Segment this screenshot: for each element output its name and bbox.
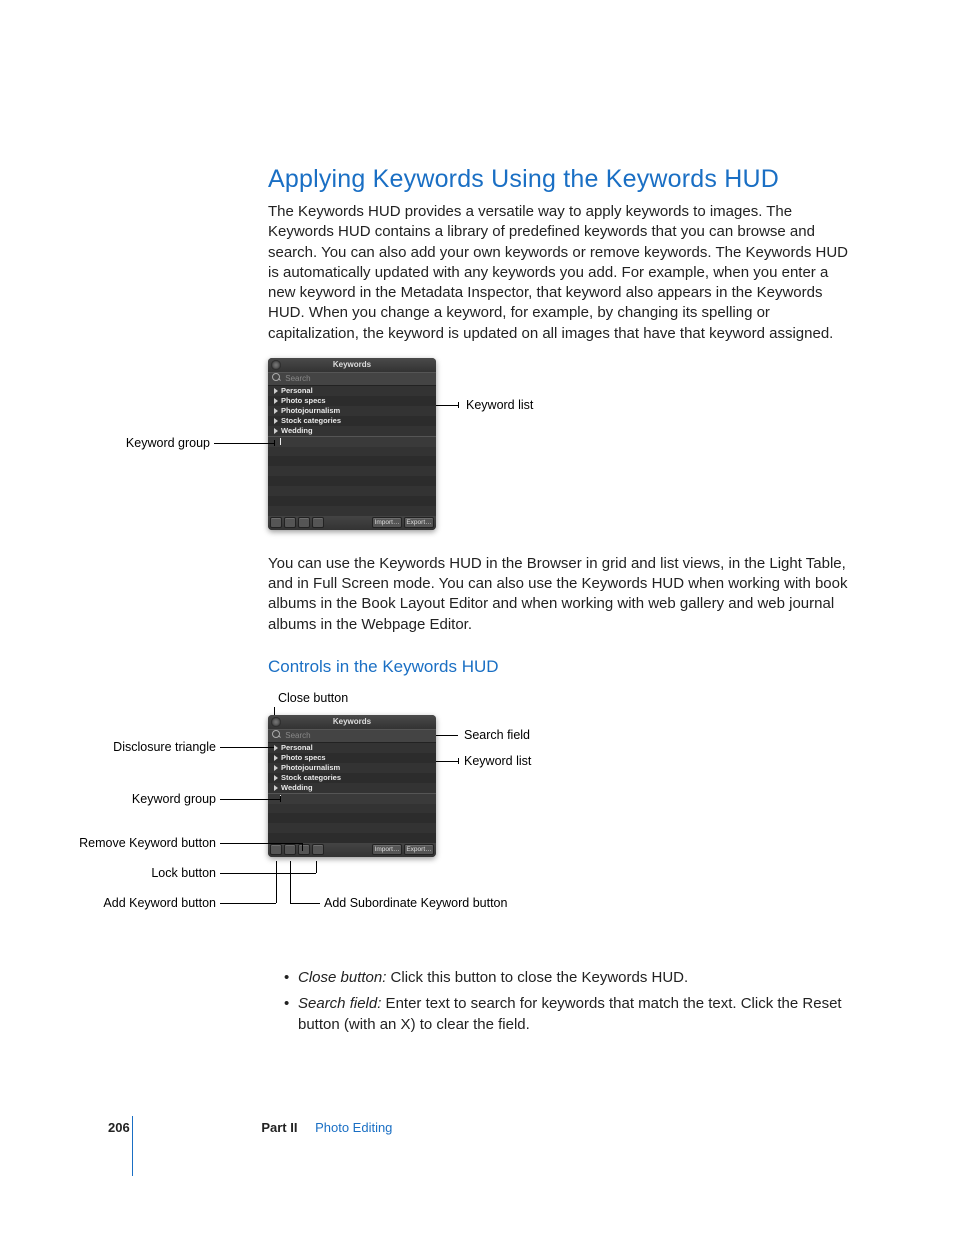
export-button[interactable]: Export… bbox=[404, 517, 434, 528]
figure-keywords-hud-1: Keywords Search Personal Photo specs Pho… bbox=[268, 358, 848, 538]
callout-keyword-group-2: Keyword group bbox=[100, 792, 216, 806]
usage-paragraph: You can use the Keywords HUD in the Brow… bbox=[268, 554, 848, 635]
search-icon bbox=[272, 373, 280, 381]
callout-lock-button: Lock button bbox=[100, 866, 216, 880]
list-item: Close button: Click this button to close… bbox=[284, 967, 848, 989]
export-button[interactable]: Export… bbox=[404, 844, 434, 855]
search-placeholder: Search bbox=[285, 731, 310, 740]
page-number: 206 bbox=[108, 1120, 130, 1135]
add-subordinate-button[interactable] bbox=[284, 844, 296, 855]
controls-bullet-list: Close button: Click this button to close… bbox=[284, 967, 848, 1036]
add-keyword-button[interactable] bbox=[270, 517, 282, 528]
part-label: Part II bbox=[261, 1120, 297, 1135]
import-button[interactable]: Import… bbox=[372, 517, 402, 528]
lock-button[interactable] bbox=[312, 517, 324, 528]
bullet-desc: Click this button to close the Keywords … bbox=[386, 969, 688, 986]
page-title: Applying Keywords Using the Keywords HUD bbox=[268, 165, 848, 194]
close-icon[interactable] bbox=[271, 360, 281, 370]
disclosure-icon[interactable] bbox=[274, 765, 278, 771]
list-item[interactable]: Photojournalism bbox=[268, 763, 436, 773]
callout-add-subordinate: Add Subordinate Keyword button bbox=[324, 896, 444, 911]
list-item[interactable]: Photo specs bbox=[268, 396, 436, 406]
hud-footer: Import… Export… bbox=[268, 516, 436, 530]
callout-search-field: Search field bbox=[464, 728, 530, 742]
lock-button[interactable] bbox=[312, 844, 324, 855]
disclosure-icon[interactable] bbox=[274, 398, 278, 404]
disclosure-icon[interactable] bbox=[274, 775, 278, 781]
keywords-hud: Keywords Search Personal Photo specs Pho… bbox=[268, 358, 436, 530]
hud-keyword-list[interactable]: Personal Photo specs Photojournalism Sto… bbox=[268, 743, 436, 843]
list-item[interactable]: Wedding bbox=[268, 783, 436, 793]
callout-keyword-list: Keyword list bbox=[466, 398, 533, 412]
disclosure-icon[interactable] bbox=[274, 418, 278, 424]
import-button[interactable]: Import… bbox=[372, 844, 402, 855]
callout-add-keyword: Add Keyword button bbox=[78, 896, 216, 910]
bullet-term: Search field: bbox=[298, 995, 381, 1012]
bullet-term: Close button: bbox=[298, 969, 386, 986]
callout-disclosure-triangle: Disclosure triangle bbox=[100, 740, 216, 754]
hud-footer: Import… Export… bbox=[268, 843, 436, 857]
add-keyword-button[interactable] bbox=[270, 844, 282, 855]
callout-keyword-list-2: Keyword list bbox=[464, 754, 531, 768]
disclosure-icon[interactable] bbox=[274, 745, 278, 751]
hud-keyword-list[interactable]: Personal Photo specs Photojournalism Sto… bbox=[268, 386, 436, 516]
callout-close-button: Close button bbox=[278, 691, 348, 705]
close-icon[interactable] bbox=[271, 717, 281, 727]
disclosure-icon[interactable] bbox=[274, 755, 278, 761]
keyword-group-edit[interactable] bbox=[268, 436, 436, 447]
hud-search-field[interactable]: Search bbox=[268, 372, 436, 386]
hud-title: Keywords bbox=[333, 360, 371, 369]
page-footer: 206 Part II Photo Editing bbox=[108, 1120, 848, 1135]
keyword-group-edit[interactable] bbox=[268, 793, 436, 804]
search-placeholder: Search bbox=[285, 374, 310, 383]
hud-titlebar: Keywords bbox=[268, 358, 436, 372]
disclosure-icon[interactable] bbox=[274, 408, 278, 414]
list-item[interactable]: Photo specs bbox=[268, 753, 436, 763]
hud-titlebar: Keywords bbox=[268, 715, 436, 729]
intro-paragraph: The Keywords HUD provides a versatile wa… bbox=[268, 202, 848, 344]
remove-keyword-button[interactable] bbox=[298, 517, 310, 528]
section-title-controls: Controls in the Keywords HUD bbox=[268, 657, 848, 677]
hud-search-field[interactable]: Search bbox=[268, 729, 436, 743]
search-icon bbox=[272, 730, 280, 738]
list-item[interactable]: Photojournalism bbox=[268, 406, 436, 416]
add-subordinate-button[interactable] bbox=[284, 517, 296, 528]
disclosure-icon[interactable] bbox=[274, 388, 278, 394]
list-item[interactable]: Personal bbox=[268, 743, 436, 753]
part-name: Photo Editing bbox=[315, 1120, 392, 1135]
figure-keywords-hud-2: Close button Keywords Search Personal Ph… bbox=[268, 691, 848, 951]
callout-keyword-group: Keyword group bbox=[118, 436, 210, 450]
list-item: Search field: Enter text to search for k… bbox=[284, 993, 848, 1037]
disclosure-icon[interactable] bbox=[274, 428, 278, 434]
callout-remove-keyword: Remove Keyword button bbox=[62, 836, 216, 850]
remove-keyword-button[interactable] bbox=[298, 844, 310, 855]
list-item[interactable]: Stock categories bbox=[268, 773, 436, 783]
list-item[interactable]: Wedding bbox=[268, 426, 436, 436]
list-item[interactable]: Stock categories bbox=[268, 416, 436, 426]
list-item[interactable]: Personal bbox=[268, 386, 436, 396]
hud-title: Keywords bbox=[333, 717, 371, 726]
keywords-hud: Keywords Search Personal Photo specs Pho… bbox=[268, 715, 436, 857]
disclosure-icon[interactable] bbox=[274, 785, 278, 791]
